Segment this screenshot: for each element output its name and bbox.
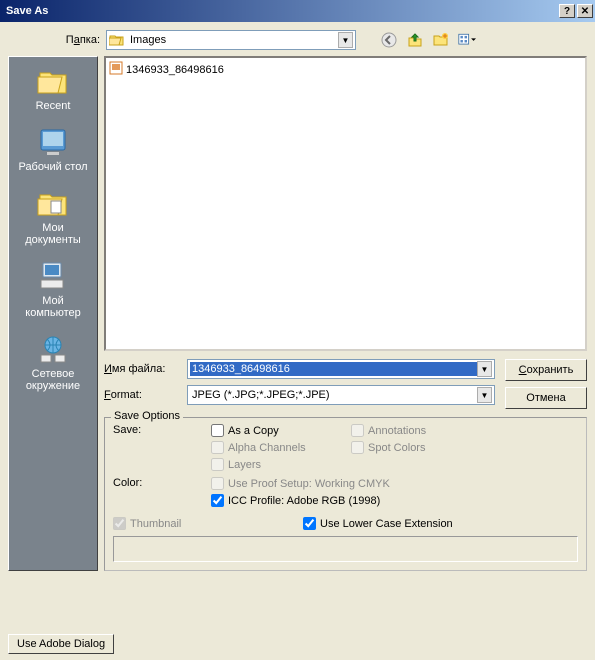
filename-input[interactable]: 1346933_86498616 ▼ <box>187 359 495 379</box>
open-folder-icon <box>109 33 125 47</box>
place-label: Сетевое окружение <box>13 368 93 392</box>
status-box <box>113 536 578 562</box>
save-options-legend: Save Options <box>111 410 183 422</box>
folder-label: Папка: <box>60 34 100 46</box>
folder-combo[interactable]: Images ▼ <box>106 30 356 50</box>
place-mydocs[interactable]: Мои документы <box>11 185 95 248</box>
back-icon[interactable] <box>380 31 398 49</box>
up-folder-icon[interactable] <box>406 31 424 49</box>
place-label: Мои документы <box>13 222 93 246</box>
filename-label: Имя файла: <box>104 363 179 375</box>
annotations-checkbox: Annotations <box>351 424 426 437</box>
save-section-label: Save: <box>113 424 211 436</box>
close-button[interactable]: ✕ <box>577 4 593 18</box>
place-label: Мой компьютер <box>13 295 93 319</box>
folder-combo-text: Images <box>128 34 338 46</box>
recent-folder-icon <box>37 65 69 97</box>
format-label: Format: <box>104 389 179 401</box>
format-combo[interactable]: JPEG (*.JPG;*.JPEG;*.JPE) ▼ <box>187 385 495 405</box>
spot-colors-checkbox: Spot Colors <box>351 441 426 454</box>
documents-folder-icon <box>37 187 69 219</box>
chevron-down-icon[interactable]: ▼ <box>477 361 492 377</box>
place-mycomputer[interactable]: Мой компьютер <box>11 258 95 321</box>
view-menu-icon[interactable] <box>458 31 476 49</box>
desktop-icon <box>37 126 69 158</box>
titlebar: Save As ? ✕ <box>0 0 595 22</box>
chevron-down-icon[interactable]: ▼ <box>338 32 353 48</box>
image-file-icon <box>109 61 123 78</box>
chevron-down-icon[interactable]: ▼ <box>477 387 492 403</box>
file-name: 1346933_86498616 <box>126 64 224 76</box>
save-button[interactable]: Сохранить <box>505 359 587 381</box>
as-copy-checkbox[interactable]: As a Copy <box>211 424 351 437</box>
place-network[interactable]: Сетевое окружение <box>11 331 95 394</box>
save-options-group: Save Options Save: As a Copy Alpha Chann… <box>104 417 587 571</box>
proof-setup-checkbox: Use Proof Setup: Working CMYK <box>211 477 390 490</box>
lowercase-ext-checkbox[interactable]: Use Lower Case Extension <box>303 517 453 530</box>
place-label: Рабочий стол <box>18 161 87 173</box>
places-bar: Recent Рабочий стол Мои документы Мой ко… <box>8 56 98 571</box>
color-section-label: Color: <box>113 477 211 489</box>
new-folder-icon[interactable] <box>432 31 450 49</box>
place-label: Recent <box>36 100 71 112</box>
cancel-button[interactable]: Отмена <box>505 387 587 409</box>
computer-icon <box>37 260 69 292</box>
thumbnail-checkbox: Thumbnail <box>113 517 303 530</box>
place-recent[interactable]: Recent <box>11 63 95 114</box>
icc-profile-checkbox[interactable]: ICC Profile: Adobe RGB (1998) <box>211 494 390 507</box>
use-adobe-dialog-button[interactable]: Use Adobe Dialog <box>8 634 114 654</box>
alpha-channels-checkbox: Alpha Channels <box>211 441 351 454</box>
place-desktop[interactable]: Рабочий стол <box>11 124 95 175</box>
network-icon <box>37 333 69 365</box>
filename-value: 1346933_86498616 <box>190 362 477 376</box>
file-list[interactable]: 1346933_86498616 <box>104 56 587 351</box>
layers-checkbox: Layers <box>211 458 351 471</box>
window-title: Save As <box>6 5 48 17</box>
help-button[interactable]: ? <box>559 4 575 18</box>
format-value: JPEG (*.JPG;*.JPEG;*.JPE) <box>190 388 477 402</box>
list-item[interactable]: 1346933_86498616 <box>108 60 583 79</box>
